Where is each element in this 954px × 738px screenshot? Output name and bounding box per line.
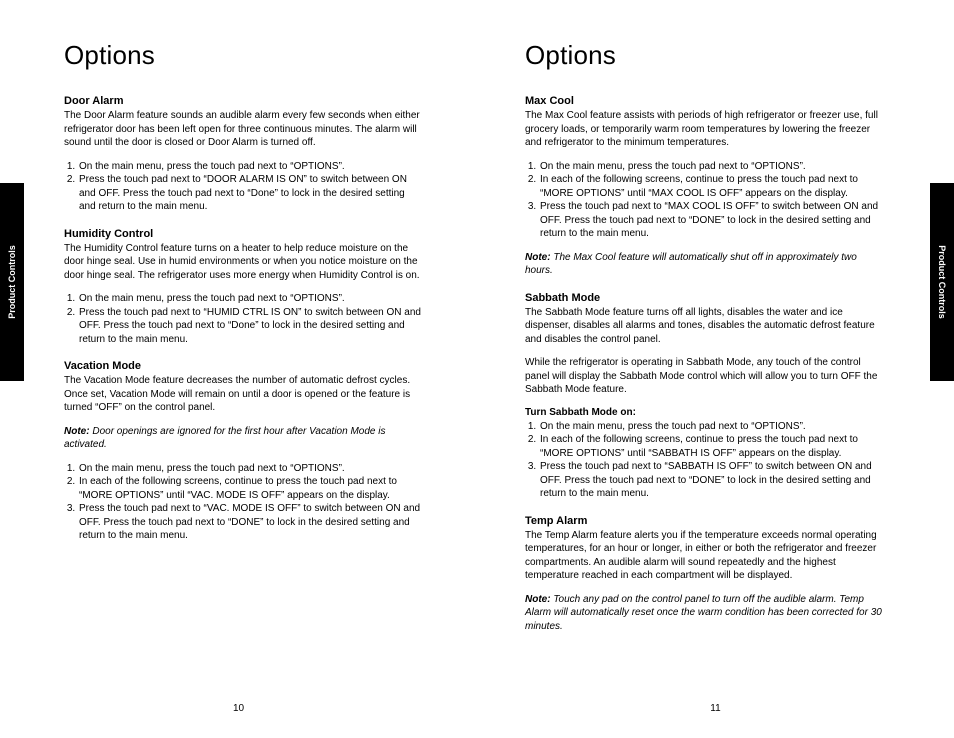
step: On the main menu, press the touch pad ne…	[78, 462, 424, 476]
page-left: Options Door Alarm The Door Alarm featur…	[0, 0, 477, 738]
section-body: The Humidity Control feature turns on a …	[64, 242, 424, 283]
step: Press the touch pad next to “DOOR ALARM …	[78, 173, 424, 214]
note-text: The Max Cool feature will automatically …	[525, 252, 857, 277]
step: On the main menu, press the touch pad ne…	[539, 160, 885, 174]
section-body: The Door Alarm feature sounds an audible…	[64, 109, 424, 150]
section-steps: On the main menu, press the touch pad ne…	[64, 160, 424, 214]
note-text: Touch any pad on the control panel to tu…	[525, 594, 882, 632]
step: Press the touch pad next to “VAC. MODE I…	[78, 502, 424, 543]
section-heading-humidity-control: Humidity Control	[64, 228, 424, 240]
step: Press the touch pad next to “HUMID CTRL …	[78, 306, 424, 347]
page-right: Options Max Cool The Max Cool feature as…	[477, 0, 954, 738]
step: In each of the following screens, contin…	[78, 475, 424, 502]
section-steps: On the main menu, press the touch pad ne…	[64, 462, 424, 543]
page-title-right: Options	[525, 40, 885, 71]
page-spread: Options Door Alarm The Door Alarm featur…	[0, 0, 954, 738]
section-steps: On the main menu, press the touch pad ne…	[525, 160, 885, 241]
section-heading-sabbath-mode: Sabbath Mode	[525, 292, 885, 304]
section-note: Note: The Max Cool feature will automati…	[525, 251, 885, 278]
step: On the main menu, press the touch pad ne…	[78, 160, 424, 174]
note-text: Door openings are ignored for the first …	[64, 426, 385, 451]
step: In each of the following screens, contin…	[539, 433, 885, 460]
section-heading-max-cool: Max Cool	[525, 95, 885, 107]
page-title-left: Options	[64, 40, 424, 71]
section-note: Note: Door openings are ignored for the …	[64, 425, 424, 452]
page-number-right: 11	[477, 703, 954, 714]
step: Press the touch pad next to “MAX COOL IS…	[539, 200, 885, 241]
note-label: Note:	[64, 426, 90, 437]
section-steps: On the main menu, press the touch pad ne…	[525, 420, 885, 501]
note-label: Note:	[525, 252, 551, 263]
section-heading-temp-alarm: Temp Alarm	[525, 515, 885, 527]
section-steps: On the main menu, press the touch pad ne…	[64, 292, 424, 346]
step: Press the touch pad next to “SABBATH IS …	[539, 460, 885, 501]
section-body-2: While the refrigerator is operating in S…	[525, 356, 885, 397]
section-body: The Temp Alarm feature alerts you if the…	[525, 529, 885, 583]
section-note: Note: Touch any pad on the control panel…	[525, 593, 885, 634]
note-label: Note:	[525, 594, 551, 605]
section-body: The Max Cool feature assists with period…	[525, 109, 885, 150]
section-heading-vacation-mode: Vacation Mode	[64, 360, 424, 372]
step: In each of the following screens, contin…	[539, 173, 885, 200]
section-body: The Sabbath Mode feature turns off all l…	[525, 306, 885, 347]
step: On the main menu, press the touch pad ne…	[78, 292, 424, 306]
step: On the main menu, press the touch pad ne…	[539, 420, 885, 434]
section-heading-door-alarm: Door Alarm	[64, 95, 424, 107]
section-body: The Vacation Mode feature decreases the …	[64, 374, 424, 415]
page-number-left: 10	[0, 703, 477, 714]
section-subhead: Turn Sabbath Mode on:	[525, 407, 885, 418]
